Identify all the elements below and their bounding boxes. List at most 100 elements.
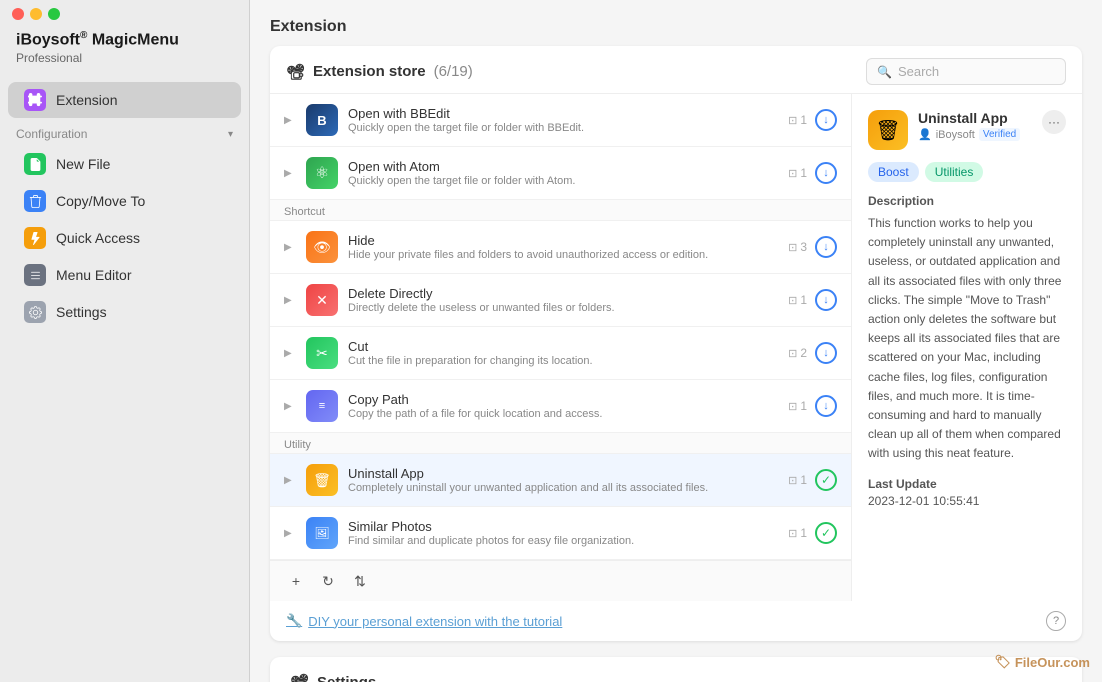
download-arrow-icon: ↓ <box>823 347 829 359</box>
copy-path-icon: ≡ <box>306 390 338 422</box>
ext-count: ⊡ 1 <box>788 293 807 307</box>
ext-info: Hide Hide your private files and folders… <box>348 233 778 261</box>
ext-name: Delete Directly <box>348 286 778 301</box>
ext-count: ⊡ 1 <box>788 473 807 487</box>
refresh-button[interactable]: ↻ <box>316 569 340 593</box>
configuration-header[interactable]: Configuration ▾ <box>0 119 249 145</box>
main-content: Extension 📽 Extension store (6/19) 🔍 <box>250 0 1102 682</box>
store-count: (6/19) <box>434 63 473 80</box>
list-item[interactable]: ▶ ✕ Delete Directly Directly delete the … <box>270 274 851 327</box>
download-button[interactable]: ↓ <box>815 236 837 258</box>
main-body: 📽 Extension store (6/19) 🔍 ▶ B Op <box>250 46 1102 682</box>
count-icon: ⊡ <box>788 347 797 360</box>
sidebar-item-label-menu-editor: Menu Editor <box>56 267 131 283</box>
ext-name: Open with BBEdit <box>348 106 778 121</box>
download-button[interactable]: ↓ <box>815 109 837 131</box>
check-icon: ✓ <box>821 473 831 487</box>
sidebar-nav: Extension Configuration ▾ New File Copy/… <box>0 77 249 335</box>
sidebar-item-new-file[interactable]: New File <box>8 146 241 182</box>
traffic-light-close[interactable] <box>12 8 24 20</box>
config-label: Configuration <box>16 127 87 141</box>
ext-desc: Directly delete the useless or unwanted … <box>348 302 778 314</box>
filter-button[interactable]: ⇅ <box>348 569 372 593</box>
ext-desc: Quickly open the target file or folder w… <box>348 122 778 134</box>
ext-desc: Find similar and duplicate photos for ea… <box>348 535 778 547</box>
last-update-value: 2023-12-01 10:55:41 <box>868 494 1066 508</box>
ext-count: ⊡ 1 <box>788 166 807 180</box>
description-label: Description <box>868 194 1066 208</box>
diy-text: DIY your personal extension with the tut… <box>308 614 562 629</box>
list-item[interactable]: ▶ 🖼 Similar Photos Find similar and dupl… <box>270 507 851 560</box>
photos-icon: 🖼 <box>306 517 338 549</box>
ext-meta: ⊡ 1 ↓ <box>788 162 837 184</box>
list-item[interactable]: ▶ 👁 Hide Hide your private files and fol… <box>270 221 851 274</box>
ext-name: Open with Atom <box>348 159 778 174</box>
installed-check: ✓ <box>815 469 837 491</box>
sidebar-item-copy-move[interactable]: Copy/Move To <box>8 183 241 219</box>
diy-icon: 🔧 <box>286 613 302 629</box>
settings-panel: 📽 Settings Enable auto-updates for exten… <box>270 657 1082 682</box>
bbedit-icon: B <box>306 104 338 136</box>
download-button[interactable]: ↓ <box>815 395 837 417</box>
sidebar: iBoysoft® MagicMenu Professional Extensi… <box>0 0 250 682</box>
extension-list: ▶ B Open with BBEdit Quickly open the ta… <box>270 94 852 601</box>
author-name: iBoysoft <box>936 129 975 141</box>
file-icon <box>24 153 46 175</box>
sidebar-item-settings[interactable]: Settings <box>8 294 241 330</box>
count-icon: ⊡ <box>788 294 797 307</box>
download-button[interactable]: ↓ <box>815 342 837 364</box>
watermark-icon: 🏷 <box>994 654 1011 670</box>
download-button[interactable]: ↓ <box>815 162 837 184</box>
settings-title: 📽 Settings <box>290 673 1062 682</box>
settings-title-text: Settings <box>317 674 376 682</box>
search-input[interactable] <box>898 64 1055 79</box>
list-item[interactable]: ▶ ⚛ Open with Atom Quickly open the targ… <box>270 147 851 200</box>
sidebar-item-label-extension: Extension <box>56 92 117 108</box>
count-icon: ⊡ <box>788 167 797 180</box>
list-item[interactable]: ▶ ✂ Cut Cut the file in preparation for … <box>270 327 851 380</box>
add-button[interactable]: + <box>284 569 308 593</box>
tags: Boost Utilities <box>868 162 1066 182</box>
list-item-selected[interactable]: ▶ 🗑 Uninstall App Completely uninstall y… <box>270 454 851 507</box>
download-arrow-icon: ↓ <box>823 167 829 179</box>
list-item[interactable]: ▶ ≡ Copy Path Copy the path of a file fo… <box>270 380 851 433</box>
installed-check: ✓ <box>815 522 837 544</box>
last-update-section: Last Update 2023-12-01 10:55:41 <box>868 477 1066 508</box>
count-icon: ⊡ <box>788 527 797 540</box>
list-item[interactable]: ▶ B Open with BBEdit Quickly open the ta… <box>270 94 851 147</box>
expand-arrow-icon: ▶ <box>284 168 296 179</box>
help-button[interactable]: ? <box>1046 611 1066 631</box>
section-label-utility: Utility <box>270 433 851 454</box>
download-button[interactable]: ↓ <box>815 289 837 311</box>
sidebar-item-menu-editor[interactable]: Menu Editor <box>8 257 241 293</box>
traffic-light-maximize[interactable] <box>48 8 60 20</box>
ext-name: Uninstall App <box>348 466 778 481</box>
search-box[interactable]: 🔍 <box>866 58 1066 85</box>
more-options-button[interactable]: ··· <box>1042 110 1066 134</box>
download-arrow-icon: ↓ <box>823 294 829 306</box>
search-icon: 🔍 <box>877 65 892 79</box>
ext-count: ⊡ 1 <box>788 399 807 413</box>
ext-desc: Cut the file in preparation for changing… <box>348 355 778 367</box>
extension-store-panel: 📽 Extension store (6/19) 🔍 ▶ B Op <box>270 46 1082 641</box>
sidebar-item-quick-access[interactable]: Quick Access <box>8 220 241 256</box>
ext-info: Cut Cut the file in preparation for chan… <box>348 339 778 367</box>
traffic-light-minimize[interactable] <box>30 8 42 20</box>
sidebar-item-extension[interactable]: Extension <box>8 82 241 118</box>
count-icon: ⊡ <box>788 474 797 487</box>
count-icon: ⊡ <box>788 114 797 127</box>
ext-meta: ⊡ 1 ↓ <box>788 109 837 131</box>
lightning-icon <box>24 227 46 249</box>
sidebar-item-label-copy-move: Copy/Move To <box>56 193 145 209</box>
diy-link[interactable]: 🔧 DIY your personal extension with the t… <box>286 613 562 629</box>
last-update-label: Last Update <box>868 477 1066 491</box>
ext-meta: ⊡ 1 ✓ <box>788 522 837 544</box>
puzzle-icon <box>24 89 46 111</box>
expand-arrow-icon: ▶ <box>284 475 296 486</box>
store-title: 📽 Extension store (6/19) <box>286 63 473 81</box>
ext-count: ⊡ 1 <box>788 526 807 540</box>
store-body: ▶ B Open with BBEdit Quickly open the ta… <box>270 93 1082 601</box>
detail-app-author: 👤 iBoysoft Verified <box>918 128 1032 141</box>
ext-name: Hide <box>348 233 778 248</box>
tag-boost: Boost <box>868 162 919 182</box>
